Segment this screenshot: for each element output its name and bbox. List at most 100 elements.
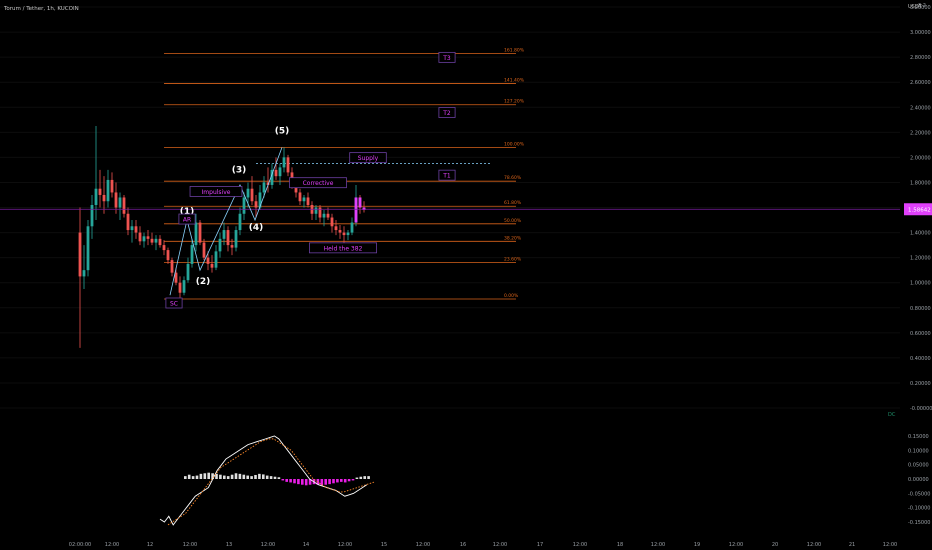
candle-body xyxy=(322,213,326,218)
time-tick-label: 12:00 xyxy=(493,542,507,548)
macd-histogram-bar xyxy=(234,473,238,479)
macd-histogram-bar xyxy=(293,479,296,484)
macd-histogram-bar xyxy=(367,476,370,479)
price-tick-label: -0.00000 xyxy=(910,406,932,412)
macd-histogram-bar xyxy=(297,479,300,485)
candle-body xyxy=(250,188,254,202)
candle-body xyxy=(230,245,234,248)
time-tick-label: 12:00 xyxy=(883,542,897,548)
macd-histogram-bar xyxy=(347,479,351,482)
candle-body-current xyxy=(354,197,358,223)
symbol-header: Torum / Tether, 1h, KUCOIN xyxy=(3,6,79,12)
price-tick-label: 2.60000 xyxy=(910,80,931,86)
time-tick-label: 12 xyxy=(147,542,153,548)
candle-body xyxy=(206,257,210,264)
candle-body xyxy=(110,179,114,193)
price-tick-label: 0.80000 xyxy=(910,306,931,312)
time-tick-label: 12:00 xyxy=(261,542,275,548)
candle-body xyxy=(106,179,110,202)
time-tick-label: 17 xyxy=(537,542,543,548)
macd-histogram-bar xyxy=(343,479,347,483)
macd-tick-label: 0.10000 xyxy=(908,448,929,454)
time-tick-label: 14 xyxy=(303,542,309,548)
candle-body xyxy=(278,167,282,177)
candle-body xyxy=(142,236,146,242)
macd-histogram-bar xyxy=(262,474,265,479)
price-tick-label: 1.80000 xyxy=(910,180,931,186)
chart-canvas[interactable]: 0.00% 23.60% 38.20% 50.00% 61.80% 78.60% 100.0… xyxy=(0,0,932,550)
candle-body xyxy=(98,188,102,195)
macd-histogram-bar xyxy=(207,472,210,479)
macd-histogram-bar xyxy=(230,474,234,479)
macd-histogram-bar xyxy=(332,479,335,484)
candle-body xyxy=(338,230,342,233)
candle-body xyxy=(126,213,130,231)
candle-body xyxy=(94,188,98,205)
indicator-marker: DC xyxy=(888,412,896,418)
price-tick-label: 0.40000 xyxy=(910,356,931,362)
annotation-label: Supply xyxy=(358,155,379,162)
macd-histogram-bar xyxy=(324,479,327,485)
macd-tick-label: -0.15000 xyxy=(908,520,930,526)
candle-body xyxy=(86,226,90,271)
candle-body xyxy=(190,245,194,264)
macd-tick-label: 0.15000 xyxy=(908,434,929,440)
price-tick-label: 0.20000 xyxy=(910,381,931,387)
candle-body xyxy=(134,226,138,233)
candle-body xyxy=(90,204,94,227)
macd-tick-label: -0.10000 xyxy=(908,506,930,512)
candle-body xyxy=(138,232,142,242)
candle-body xyxy=(218,238,222,252)
candle-body xyxy=(102,194,106,202)
time-tick-label: 02:00:00 xyxy=(69,542,91,548)
wave-label: (3) xyxy=(232,165,247,175)
macd-histogram-bar xyxy=(195,475,199,479)
time-tick-label: 12:00 xyxy=(416,542,430,548)
price-tick-label: 2.00000 xyxy=(910,155,931,161)
fib-level-label: 50.00% xyxy=(504,218,522,224)
candle-body xyxy=(162,245,166,251)
macd-histogram-bar xyxy=(250,476,253,479)
candle-body xyxy=(234,230,238,248)
price-tick-label: 2.40000 xyxy=(910,105,931,111)
time-tick-label: 12:00 xyxy=(573,542,587,548)
macd-histogram-bar xyxy=(258,473,261,479)
fib-level-label: 127.20% xyxy=(504,99,525,105)
time-tick-label: 19 xyxy=(694,542,700,548)
annotation-label: T1 xyxy=(442,173,451,180)
candle-body xyxy=(334,226,338,231)
candle-body-current xyxy=(362,207,366,211)
time-tick-label: 12:00 xyxy=(807,542,821,548)
candle-body xyxy=(202,242,206,258)
candle-body xyxy=(210,263,214,268)
candle-body xyxy=(214,251,218,268)
candle-body xyxy=(262,182,266,193)
macd-histogram-bar xyxy=(199,473,203,479)
macd-histogram-bar xyxy=(355,477,359,479)
time-tick-label: 21 xyxy=(849,542,855,548)
macd-histogram-bar xyxy=(359,476,363,479)
fib-level-label: 100.00% xyxy=(504,141,525,147)
time-tick-label: 15 xyxy=(381,542,387,548)
candle-body xyxy=(194,222,198,246)
candle-body xyxy=(254,201,258,208)
macd-histogram-bar xyxy=(265,475,269,479)
time-tick-label: 18 xyxy=(617,542,623,548)
time-tick-label: 16 xyxy=(460,542,466,548)
candle-body xyxy=(242,197,246,214)
candle-body xyxy=(198,222,202,243)
macd-tick-label: 0.05000 xyxy=(908,463,929,469)
macd-tick-label: -0.05000 xyxy=(908,491,930,497)
candle-body xyxy=(298,192,302,202)
price-tick-label: 2.20000 xyxy=(910,130,931,136)
macd-histogram-bar xyxy=(203,473,207,479)
candle-body xyxy=(78,232,82,277)
candle-body xyxy=(330,217,334,227)
macd-histogram-bar xyxy=(187,474,191,479)
current-price-value: 1.58642 xyxy=(908,207,931,213)
time-tick-label: 12:00 xyxy=(105,542,119,548)
wave-label: (2) xyxy=(196,277,211,287)
fib-level-label: 23.60% xyxy=(504,257,522,263)
annotation-label: T2 xyxy=(442,110,451,117)
fib-level-label: 0.00% xyxy=(504,293,519,299)
